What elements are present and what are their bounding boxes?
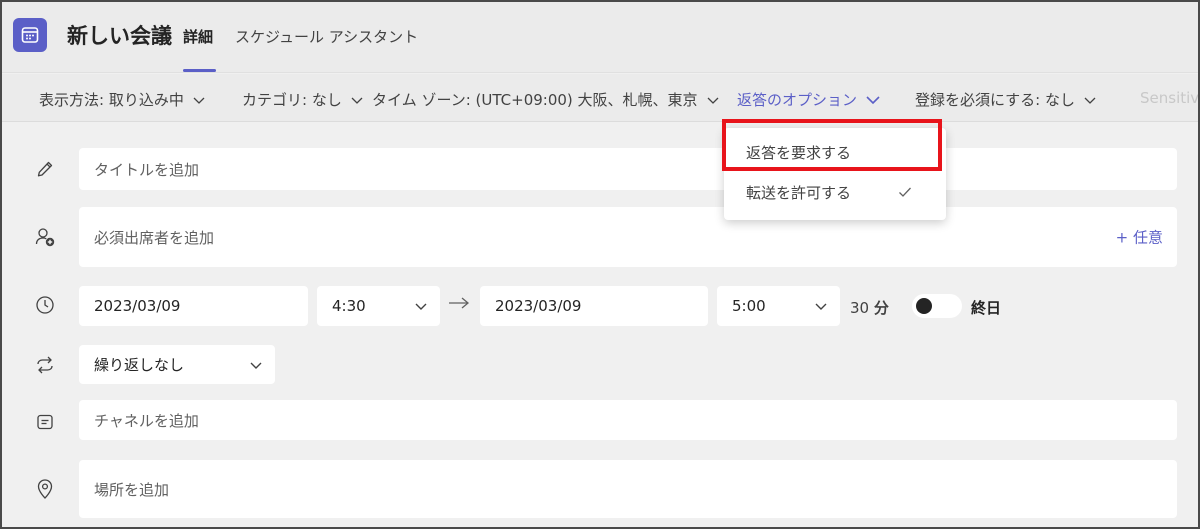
- chevron-down-icon: [865, 93, 881, 107]
- timezone-label: タイム ゾーン: (UTC+09:00) 大阪、札幌、東京: [372, 91, 698, 109]
- sensitivity-label: Sensitiv: [1140, 89, 1200, 107]
- add-optional-attendees-link[interactable]: + 任意: [1116, 227, 1163, 248]
- chevron-down-icon: [249, 358, 263, 372]
- registration-label: 登録を必須にする: なし: [915, 91, 1075, 109]
- header: 新しい会議 詳細 スケジュール アシスタント: [2, 2, 1198, 73]
- required-attendees-placeholder: 必須出席者を追加: [94, 228, 215, 247]
- duration-unit: 分: [873, 299, 889, 317]
- all-day-label: 終日: [971, 299, 1002, 317]
- menu-item-label: 転送を許可する: [746, 183, 852, 202]
- chevron-down-icon: [350, 93, 364, 107]
- menu-item-request-responses[interactable]: 返答を要求する: [724, 132, 946, 172]
- response-options-menu: 返答を要求する 転送を許可する: [724, 128, 946, 220]
- start-time-value: 4:30: [332, 297, 366, 315]
- all-day-toggle[interactable]: [912, 294, 962, 318]
- repeat-value: 繰り返しなし: [94, 356, 185, 374]
- person-add-icon: [34, 226, 56, 248]
- start-time-select[interactable]: 4:30: [317, 286, 440, 326]
- title-input[interactable]: タイトルを追加: [79, 148, 1177, 190]
- calendar-icon: [13, 18, 47, 52]
- clock-icon: [34, 294, 56, 316]
- page-title: 新しい会議: [67, 24, 172, 48]
- checkmark-icon: [898, 186, 912, 198]
- meeting-form-window: 新しい会議 詳細 スケジュール アシスタント 表示方法: 取り込み中 カテゴリ:…: [0, 0, 1200, 529]
- duration-label: 30 分: [850, 297, 889, 318]
- tab-details[interactable]: 詳細: [183, 26, 213, 47]
- show-as-dropdown[interactable]: 表示方法: 取り込み中: [39, 89, 206, 110]
- chevron-down-icon: [814, 299, 828, 313]
- tab-scheduling-assistant[interactable]: スケジュール アシスタント: [235, 26, 418, 47]
- pencil-icon: [34, 158, 56, 180]
- chevron-down-icon: [1083, 93, 1097, 107]
- response-options-dropdown[interactable]: 返答のオプション: [737, 89, 881, 110]
- registration-dropdown[interactable]: 登録を必須にする: なし: [915, 89, 1097, 110]
- duration-number: 30: [850, 299, 870, 317]
- repeat-icon: [34, 354, 56, 376]
- show-as-label: 表示方法: 取り込み中: [39, 91, 184, 109]
- menu-item-allow-forwarding[interactable]: 転送を許可する: [724, 172, 946, 212]
- toggle-knob: [916, 298, 932, 314]
- response-options-label: 返答のオプション: [737, 91, 858, 109]
- channel-icon: [34, 411, 56, 433]
- end-time-select[interactable]: 5:00: [717, 286, 840, 326]
- end-time-value: 5:00: [732, 297, 766, 315]
- timezone-dropdown[interactable]: タイム ゾーン: (UTC+09:00) 大阪、札幌、東京: [372, 89, 720, 110]
- chevron-down-icon: [414, 299, 428, 313]
- sensitivity-dropdown[interactable]: Sensitiv: [1140, 89, 1200, 107]
- repeat-select[interactable]: 繰り返しなし: [79, 345, 275, 384]
- active-tab-indicator: [183, 69, 216, 72]
- start-date-input[interactable]: 2023/03/09: [79, 286, 308, 326]
- chevron-down-icon: [192, 93, 206, 107]
- options-bar: 表示方法: 取り込み中 カテゴリ: なし タイム ゾーン: (UTC+09:00…: [2, 74, 1198, 122]
- location-input[interactable]: 場所を追加: [79, 460, 1177, 518]
- category-dropdown[interactable]: カテゴリ: なし: [242, 89, 364, 110]
- chevron-down-icon: [706, 93, 720, 107]
- channel-input[interactable]: チャネルを追加: [79, 400, 1177, 440]
- required-attendees-input[interactable]: 必須出席者を追加 + 任意: [79, 207, 1177, 267]
- category-label: カテゴリ: なし: [242, 91, 342, 109]
- end-date-input[interactable]: 2023/03/09: [480, 286, 708, 326]
- location-pin-icon: [34, 478, 56, 500]
- arrow-right-icon: [448, 294, 470, 315]
- menu-item-label: 返答を要求する: [746, 143, 852, 162]
